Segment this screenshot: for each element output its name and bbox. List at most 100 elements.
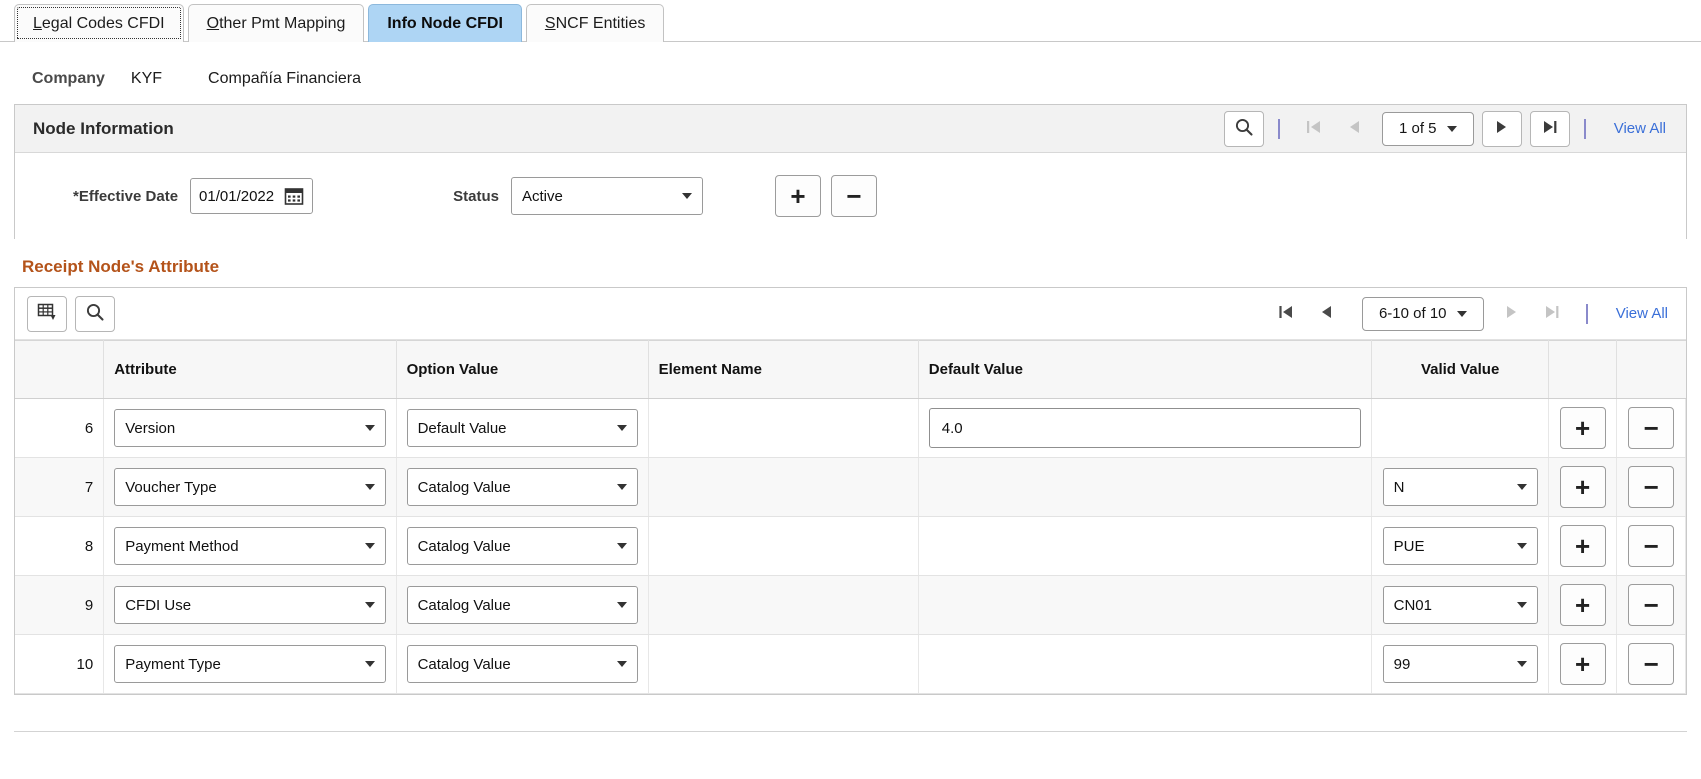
cell-valid-value xyxy=(1372,399,1548,458)
find-in-grid-button[interactable] xyxy=(75,296,115,332)
calendar-icon[interactable] xyxy=(284,186,304,206)
remove-row-button[interactable]: − xyxy=(1628,466,1674,508)
company-code: KYF xyxy=(131,70,162,88)
default-value-text: 4.0 xyxy=(942,420,963,437)
node-information-header: Node Information xyxy=(15,105,1686,153)
option-value-select[interactable]: Catalog Value xyxy=(407,645,638,683)
pager-divider xyxy=(1278,119,1280,139)
cell-remove-row: − xyxy=(1617,635,1686,694)
delete-effective-date-row-button[interactable]: − xyxy=(831,175,877,217)
chevron-down-icon xyxy=(617,661,627,667)
tab-legal-codes-cfdi[interactable]: Legal Codes CFDI xyxy=(14,4,184,42)
option-value-select[interactable]: Catalog Value xyxy=(407,468,638,506)
grid-range-select[interactable]: 6-10 of 10 xyxy=(1362,297,1484,331)
attribute-select[interactable]: Payment Method xyxy=(114,527,385,565)
valid-value-select[interactable]: N xyxy=(1383,468,1538,506)
last-page-button[interactable] xyxy=(1530,111,1570,147)
tab-info-node-cfdi[interactable]: Info Node CFDI xyxy=(368,4,522,42)
next-page-button[interactable] xyxy=(1482,111,1522,147)
search-icon xyxy=(1234,117,1254,141)
view-all-link[interactable]: View All xyxy=(1614,120,1666,137)
valid-value-select[interactable]: 99 xyxy=(1383,645,1538,683)
valid-value-select-value: 99 xyxy=(1394,656,1411,673)
attribute-select[interactable]: Voucher Type xyxy=(114,468,385,506)
grid-first-page-button[interactable] xyxy=(1266,296,1306,332)
remove-row-button[interactable]: − xyxy=(1628,643,1674,685)
effective-date-field[interactable]: 01/01/2022 xyxy=(190,178,313,214)
cell-valid-value: PUE xyxy=(1372,517,1548,576)
tab-label: SNCF Entities xyxy=(545,15,645,33)
minus-icon: − xyxy=(1644,474,1659,500)
status-value: Active xyxy=(522,188,563,205)
previous-page-button[interactable] xyxy=(1334,111,1374,147)
cell-remove-row: − xyxy=(1617,517,1686,576)
option-value-select-value: Default Value xyxy=(418,420,507,437)
remove-row-button[interactable]: − xyxy=(1628,407,1674,449)
search-button[interactable] xyxy=(1224,111,1264,147)
add-effective-date-row-button[interactable]: + xyxy=(775,175,821,217)
remove-row-button[interactable]: − xyxy=(1628,525,1674,567)
valid-value-select[interactable]: CN01 xyxy=(1383,586,1538,624)
valid-value-select-value: CN01 xyxy=(1394,597,1432,614)
add-row-button[interactable]: + xyxy=(1560,643,1606,685)
attribute-select[interactable]: Version xyxy=(114,409,385,447)
receipt-node-attribute-grid: 6-10 of 10 xyxy=(14,287,1687,695)
cell-option-value: Catalog Value xyxy=(396,458,648,517)
column-header-index xyxy=(15,341,104,399)
grid-view-all-link[interactable]: View All xyxy=(1616,305,1668,322)
cell-add-row: + xyxy=(1548,635,1617,694)
column-header-option-value: Option Value xyxy=(396,341,648,399)
chevron-down-icon xyxy=(617,425,627,431)
minus-icon: − xyxy=(1644,651,1659,677)
grid-previous-page-button[interactable] xyxy=(1306,296,1346,332)
status-label: Status xyxy=(453,188,499,205)
cell-default-value: 4.0 xyxy=(918,399,1372,458)
node-information-pager: 1 of 5 View All xyxy=(1224,111,1666,147)
personalize-grid-button[interactable] xyxy=(27,296,67,332)
option-value-select[interactable]: Catalog Value xyxy=(407,586,638,624)
default-value-input[interactable]: 4.0 xyxy=(929,408,1362,448)
chevron-down-icon xyxy=(682,193,692,199)
minus-icon: − xyxy=(1644,592,1659,618)
row-index: 7 xyxy=(15,458,104,517)
chevron-down-icon xyxy=(1457,311,1467,317)
last-page-icon xyxy=(1541,118,1559,140)
plus-icon: + xyxy=(1575,533,1590,559)
table-body: 6VersionDefault Value4.0+−7Voucher TypeC… xyxy=(15,399,1686,694)
add-row-button[interactable]: + xyxy=(1560,525,1606,567)
effective-date-row: *Effective Date 01/01/2022 Status Active xyxy=(15,153,1686,239)
add-row-button[interactable]: + xyxy=(1560,584,1606,626)
cell-add-row: + xyxy=(1548,576,1617,635)
row-index: 8 xyxy=(15,517,104,576)
company-header: Company KYF Compañía Financiera xyxy=(0,42,1701,104)
grid-last-page-button[interactable] xyxy=(1532,296,1572,332)
cell-element-name xyxy=(648,458,918,517)
previous-page-icon xyxy=(1317,303,1335,325)
option-value-select[interactable]: Catalog Value xyxy=(407,527,638,565)
minus-icon: − xyxy=(846,183,861,209)
attribute-select[interactable]: CFDI Use xyxy=(114,586,385,624)
plus-icon: + xyxy=(1575,415,1590,441)
table-row: 10Payment TypeCatalog Value99+− xyxy=(15,635,1686,694)
add-row-button[interactable]: + xyxy=(1560,407,1606,449)
table-row: 8 Payment Method Catalog Value PUE + − xyxy=(15,517,1686,576)
first-page-button[interactable] xyxy=(1294,111,1334,147)
company-name: Compañía Financiera xyxy=(208,70,361,88)
tab-sncf-entities[interactable]: SNCF Entities xyxy=(526,4,664,42)
add-row-button[interactable]: + xyxy=(1560,466,1606,508)
remove-row-button[interactable]: − xyxy=(1628,584,1674,626)
status-select[interactable]: Active xyxy=(511,177,703,215)
option-value-select-value: Catalog Value xyxy=(418,538,511,555)
table-row: 6VersionDefault Value4.0+− xyxy=(15,399,1686,458)
grid-next-page-button[interactable] xyxy=(1492,296,1532,332)
option-value-select[interactable]: Default Value xyxy=(407,409,638,447)
attribute-select-value: Payment Type xyxy=(125,656,221,673)
cell-remove-row: − xyxy=(1617,458,1686,517)
page-indicator-select[interactable]: 1 of 5 xyxy=(1382,112,1474,146)
tab-other-pmt-mapping[interactable]: Other Pmt Mapping xyxy=(188,4,365,42)
valid-value-select[interactable]: PUE xyxy=(1383,527,1538,565)
node-information-group: Node Information xyxy=(14,104,1687,239)
chevron-down-icon xyxy=(365,425,375,431)
attribute-select[interactable]: Payment Type xyxy=(114,645,385,683)
chevron-down-icon xyxy=(1517,661,1527,667)
